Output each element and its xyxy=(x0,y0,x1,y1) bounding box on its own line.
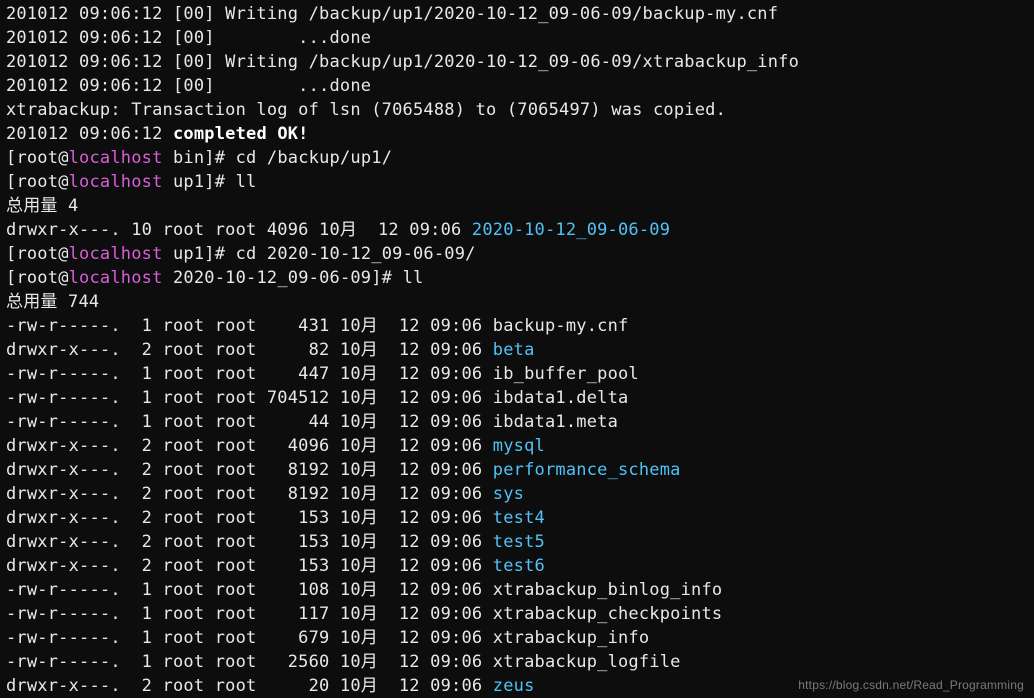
prompt-hash: ]# xyxy=(204,172,235,192)
log-line: 201012 09:06:12 [00] Writing /backup/up1… xyxy=(6,4,778,24)
log-line: 201012 09:06:12 [00] ...done xyxy=(6,76,371,96)
ls-row-meta: drwxr-x---. 2 root root 8192 10月 12 09:0… xyxy=(6,484,493,504)
prompt-user: root xyxy=(16,244,58,264)
prompt-open: [ xyxy=(6,148,16,168)
prompt-open: [ xyxy=(6,244,16,264)
terminal-output[interactable]: 201012 09:06:12 [00] Writing /backup/up1… xyxy=(0,0,1034,698)
ls-file-name: backup-my.cnf xyxy=(493,316,629,336)
ls-total: 总用量 4 xyxy=(6,196,78,216)
cmd-cd[interactable]: cd /backup/up1/ xyxy=(236,148,393,168)
prompt-user: root xyxy=(16,172,58,192)
log-line: 201012 09:06:12 xyxy=(6,124,173,144)
prompt-space xyxy=(163,244,173,264)
prompt-user: root xyxy=(16,148,58,168)
cmd-cd[interactable]: cd 2020-10-12_09-06-09/ xyxy=(236,244,476,264)
prompt-host: localhost xyxy=(69,172,163,192)
ls-dir-name: performance_schema xyxy=(493,460,681,480)
ls-row-meta: -rw-r-----. 1 root root 2560 10月 12 09:0… xyxy=(6,652,493,672)
prompt-at: @ xyxy=(58,268,68,288)
ls-row-meta: drwxr-x---. 2 root root 8192 10月 12 09:0… xyxy=(6,460,493,480)
ls-row-meta: drwxr-x---. 2 root root 153 10月 12 09:06 xyxy=(6,508,493,528)
prompt-at: @ xyxy=(58,244,68,264)
log-completed: completed OK! xyxy=(173,124,309,144)
log-line: xtrabackup: Transaction log of lsn (7065… xyxy=(6,100,726,120)
ls-row-meta: -rw-r-----. 1 root root 679 10月 12 09:06 xyxy=(6,628,493,648)
ls-dir-name: beta xyxy=(493,340,535,360)
ls-dir-name: 2020-10-12_09-06-09 xyxy=(472,220,670,240)
cmd-ll[interactable]: ll xyxy=(236,172,257,192)
ls-total: 总用量 744 xyxy=(6,292,99,312)
prompt-cwd: bin xyxy=(173,148,204,168)
ls-row-meta: drwxr-x---. 2 root root 82 10月 12 09:06 xyxy=(6,340,493,360)
watermark-text: https://blog.csdn.net/Read_Programming xyxy=(798,678,1024,692)
prompt-cwd: 2020-10-12_09-06-09 xyxy=(173,268,371,288)
ls-dir-name: zeus xyxy=(493,676,535,696)
ls-file-name: ibdata1.delta xyxy=(493,388,629,408)
prompt-user: root xyxy=(16,268,58,288)
ls-file-name: ib_buffer_pool xyxy=(493,364,639,384)
prompt-hash: ]# xyxy=(204,148,235,168)
ls-dir-name: mysql xyxy=(493,436,545,456)
ls-row-meta: -rw-r-----. 1 root root 704512 10月 12 09… xyxy=(6,388,493,408)
ls-file-name: xtrabackup_logfile xyxy=(493,652,681,672)
prompt-open: [ xyxy=(6,268,16,288)
prompt-hash: ]# xyxy=(204,244,235,264)
log-line: 201012 09:06:12 [00] ...done xyxy=(6,28,371,48)
ls-row-meta: -rw-r-----. 1 root root 108 10月 12 09:06 xyxy=(6,580,493,600)
ls-row-meta: drwxr-x---. 2 root root 4096 10月 12 09:0… xyxy=(6,436,493,456)
ls-file-name: xtrabackup_checkpoints xyxy=(493,604,723,624)
ls-file-name: ibdata1.meta xyxy=(493,412,618,432)
prompt-at: @ xyxy=(58,148,68,168)
ls-dir-name: sys xyxy=(493,484,524,504)
prompt-hash: ]# xyxy=(371,268,402,288)
ls-row-meta: drwxr-x---. 10 root root 4096 10月 12 09:… xyxy=(6,220,472,240)
ls-dir-name: test5 xyxy=(493,532,545,552)
ls-row-meta: -rw-r-----. 1 root root 431 10月 12 09:06 xyxy=(6,316,493,336)
prompt-cwd: up1 xyxy=(173,244,204,264)
prompt-open: [ xyxy=(6,172,16,192)
ls-row-meta: drwxr-x---. 2 root root 153 10月 12 09:06 xyxy=(6,556,493,576)
prompt-host: localhost xyxy=(69,244,163,264)
prompt-cwd: up1 xyxy=(173,172,204,192)
cmd-ll[interactable]: ll xyxy=(403,268,424,288)
prompt-at: @ xyxy=(58,172,68,192)
ls-row-meta: -rw-r-----. 1 root root 447 10月 12 09:06 xyxy=(6,364,493,384)
prompt-host: localhost xyxy=(69,268,163,288)
ls-row-meta: drwxr-x---. 2 root root 20 10月 12 09:06 xyxy=(6,676,493,696)
prompt-space xyxy=(163,172,173,192)
log-line: 201012 09:06:12 [00] Writing /backup/up1… xyxy=(6,52,799,72)
prompt-host: localhost xyxy=(69,148,163,168)
ls-dir-name: test6 xyxy=(493,556,545,576)
ls-row-meta: -rw-r-----. 1 root root 44 10月 12 09:06 xyxy=(6,412,493,432)
prompt-space xyxy=(163,268,173,288)
ls-dir-name: test4 xyxy=(493,508,545,528)
prompt-space xyxy=(163,148,173,168)
ls-row-meta: drwxr-x---. 2 root root 153 10月 12 09:06 xyxy=(6,532,493,552)
ls-row-meta: -rw-r-----. 1 root root 117 10月 12 09:06 xyxy=(6,604,493,624)
ls-file-name: xtrabackup_binlog_info xyxy=(493,580,723,600)
ls-file-name: xtrabackup_info xyxy=(493,628,650,648)
